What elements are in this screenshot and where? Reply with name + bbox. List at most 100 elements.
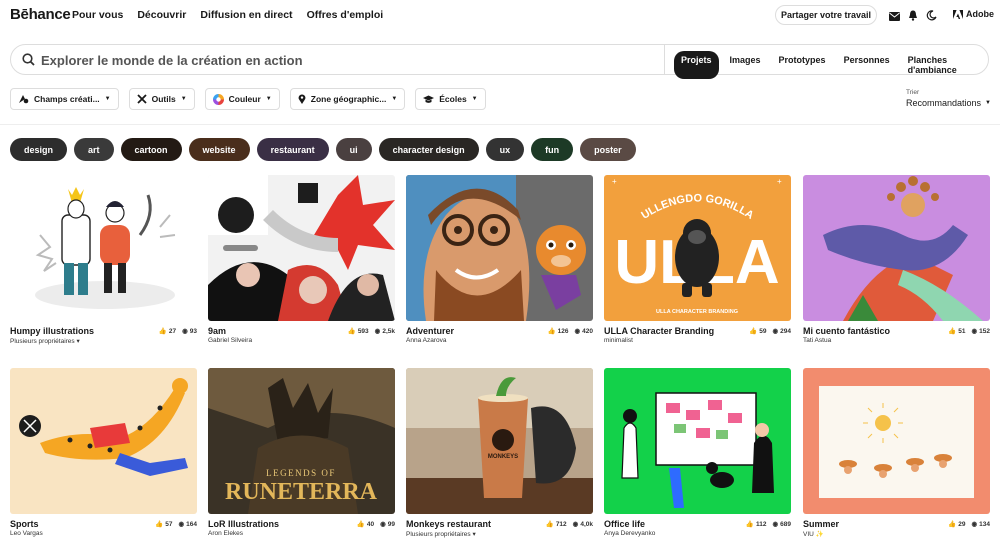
project-card[interactable]: MONKEYS Monkeys restaurant Plusieurs pro… [406,368,593,539]
tag-chip[interactable]: website [188,138,250,161]
filter-schools[interactable]: Écoles ▼ [415,88,486,110]
project-info: Sports Leo Vargas 👍 57 ◉ 164 [10,519,197,539]
project-title[interactable]: LoR Illustrations [208,519,279,529]
tag-chip[interactable]: art [74,138,114,161]
tag-chip[interactable]: design [10,138,68,161]
project-card[interactable]: ULLENGDO GORILLA ULLA ULLA CHARACTER BRA… [604,175,791,346]
project-card[interactable]: Mi cuento fantástico Tati Astua 👍 51 ◉ 152 [803,175,990,346]
project-card[interactable]: Summer VIU ✨ 👍 29 ◉ 134 [803,368,990,539]
eye-icon: ◉ [374,328,381,335]
like-count[interactable]: 👍 29 [948,520,965,529]
nav-livestream[interactable]: Diffusion en direct [200,9,292,21]
project-title[interactable]: 9am [208,326,226,336]
project-thumbnail[interactable] [803,368,990,514]
bell-icon[interactable] [908,8,918,26]
tools-icon [136,94,147,104]
filter-color[interactable]: Couleur ▼ [204,88,280,110]
likes-value: 712 [555,520,567,528]
project-owner[interactable]: Gabriel Silveira [208,337,252,344]
search-input[interactable] [41,51,661,69]
project-card[interactable]: Sports Leo Vargas 👍 57 ◉ 164 [10,368,197,539]
project-thumbnail[interactable]: ULLENGDO GORILLA ULLA ULLA CHARACTER BRA… [604,175,791,321]
tag-chip[interactable]: ui [335,138,372,161]
project-thumbnail[interactable] [604,368,791,514]
like-count[interactable]: 👍 59 [749,327,766,336]
project-owner[interactable]: minimalist [604,337,633,344]
adobe-link[interactable]: Adobe [953,9,994,19]
eye-icon: ◉ [772,521,779,528]
project-thumbnail[interactable] [10,368,197,514]
behance-logo[interactable]: Bēhance [10,6,71,23]
project-thumbnail[interactable] [406,175,593,321]
project-thumbnail[interactable] [208,175,395,321]
project-info: Office life Anya Derevyanko 👍 112 ◉ 689 [604,519,791,539]
tab-prototypes[interactable]: Prototypes [772,51,833,79]
tab-projects[interactable]: Projets [674,51,719,79]
project-owner[interactable]: Anna Azarova [406,337,446,344]
project-thumbnail[interactable]: MONKEYS [406,368,593,514]
tag-chip[interactable]: poster [580,138,636,161]
project-card[interactable]: Office life Anya Derevyanko 👍 112 ◉ 689 [604,368,791,539]
tab-images[interactable]: Images [723,51,768,79]
like-count[interactable]: 👍 40 [357,520,374,529]
project-title[interactable]: Monkeys restaurant [406,519,491,529]
like-count[interactable]: 👍 112 [746,520,767,529]
tag-chip[interactable]: fun [531,138,574,161]
nav-discover[interactable]: Découvrir [137,9,186,21]
search-scope-tabs: Projets Images Prototypes Personnes Plan… [674,51,988,79]
project-title[interactable]: Humpy illustrations [10,326,94,336]
project-card[interactable]: LEGENDS OF RUNETERRA LoR Illustrations A… [208,368,395,539]
project-owner[interactable]: Anya Derevyanko [604,530,655,537]
like-count[interactable]: 👍 593 [348,327,369,336]
project-title[interactable]: ULLA Character Branding [604,326,714,336]
project-card[interactable]: Adventurer Anna Azarova 👍 126 ◉ 420 [406,175,593,346]
nav-for-you[interactable]: Pour vous [72,9,123,21]
project-info: Mi cuento fantástico Tati Astua 👍 51 ◉ 152 [803,326,990,346]
project-card[interactable]: 9am Gabriel Silveira 👍 593 ◉ 2,5k [208,175,395,346]
likes-value: 112 [755,520,767,528]
project-owner[interactable]: VIU ✨ [803,530,824,538]
view-count: ◉ 93 [182,327,197,336]
location-pin-icon [298,94,306,104]
view-count: ◉ 689 [772,520,791,529]
tab-people[interactable]: Personnes [837,51,897,79]
views-value: 152 [979,327,990,335]
project-thumbnail[interactable] [10,175,197,321]
project-owner[interactable]: Leo Vargas [10,530,43,537]
project-stats: 👍 57 ◉ 164 [155,520,197,529]
project-owner[interactable]: Tati Astua [803,337,831,344]
like-count[interactable]: 👍 51 [948,327,965,336]
tag-chip[interactable]: restaurant [256,138,329,161]
share-work-button[interactable]: Partager votre travail [775,5,877,25]
filter-location[interactable]: Zone géographic... ▼ [289,88,406,110]
creative-fields-icon [19,95,29,104]
project-owner[interactable]: Plusieurs propriétaires ▾ [406,530,476,538]
project-owner[interactable]: Aron Elekes [208,530,243,537]
project-title[interactable]: Adventurer [406,326,454,336]
project-title[interactable]: Mi cuento fantástico [803,326,890,336]
moon-icon[interactable] [926,8,937,26]
tag-chip[interactable]: cartoon [120,138,182,161]
filter-label: Zone géographic... [310,94,387,104]
tab-moodboards[interactable]: Planches d'ambiance [901,51,988,79]
thumbs-up-icon: 👍 [749,328,758,335]
like-count[interactable]: 👍 126 [548,327,569,336]
like-count[interactable]: 👍 27 [159,327,176,336]
thumbs-up-icon: 👍 [545,521,554,528]
project-title[interactable]: Summer [803,519,839,529]
filter-tools[interactable]: Outils ▼ [128,88,195,110]
project-thumbnail[interactable]: LEGENDS OF RUNETERRA [208,368,395,514]
filter-creative-fields[interactable]: Champs créati... ▼ [10,88,119,110]
tag-chip[interactable]: ux [485,138,525,161]
tag-chip[interactable]: character design [378,138,479,161]
sort-dropdown[interactable]: Trier Recommandations ▼ [906,89,991,108]
project-thumbnail[interactable] [803,175,990,321]
like-count[interactable]: 👍 57 [155,520,172,529]
mail-icon[interactable] [889,8,900,26]
nav-jobs[interactable]: Offres d'emploi [307,9,384,21]
like-count[interactable]: 👍 712 [545,520,567,529]
project-card[interactable]: Humpy illustrations Plusieurs propriétai… [10,175,197,346]
project-title[interactable]: Office life [604,519,645,529]
project-owner[interactable]: Plusieurs propriétaires ▾ [10,337,80,345]
project-title[interactable]: Sports [10,519,39,529]
